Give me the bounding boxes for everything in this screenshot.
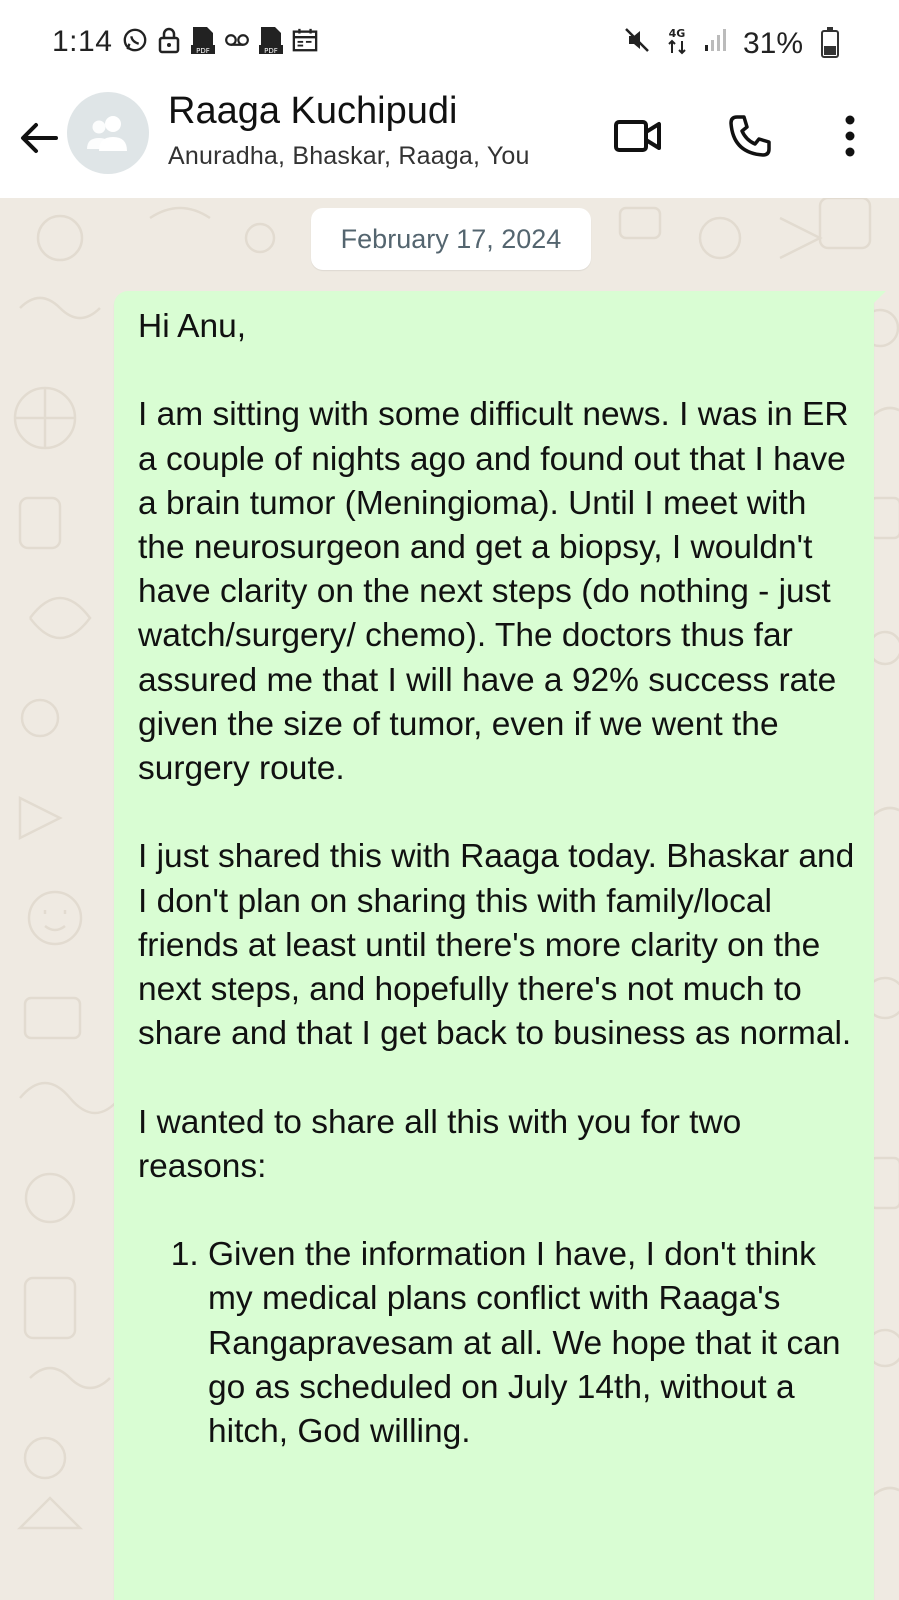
group-avatar[interactable] xyxy=(67,92,149,174)
notification-icons: PDF PDF xyxy=(122,26,318,55)
video-call-button[interactable] xyxy=(612,110,664,162)
phone-icon xyxy=(729,115,771,157)
date-separator: February 17, 2024 xyxy=(311,208,591,270)
video-camera-icon xyxy=(614,120,661,152)
signal-icon xyxy=(703,27,729,61)
message-greeting: Hi Anu, xyxy=(138,308,247,345)
calendar-icon xyxy=(292,26,318,54)
message-list-item: Given the information I have, I don't th… xyxy=(208,1233,858,1454)
more-options-button[interactable] xyxy=(824,110,876,162)
battery-percent: 31% xyxy=(742,27,803,60)
message-paragraph: I just shared this with Raaga today. Bha… xyxy=(138,838,855,1053)
svg-text:PDF: PDF xyxy=(196,47,210,55)
arrow-left-icon xyxy=(21,123,58,153)
pdf-icon: PDF xyxy=(190,26,216,55)
chat-area[interactable]: February 17, 2024 Hi Anu, I am sitting w… xyxy=(0,198,899,1600)
data-4g-icon: 4G xyxy=(665,25,689,63)
message-list: Given the information I have, I don't th… xyxy=(138,1233,858,1454)
chat-header: Raaga Kuchipudi Anuradha, Bhaskar, Raaga… xyxy=(0,84,899,199)
message-paragraph: I am sitting with some difficult news. I… xyxy=(138,396,849,788)
message-text: Hi Anu, I am sitting with some difficult… xyxy=(138,305,858,1454)
lock-icon xyxy=(156,26,182,54)
mute-icon xyxy=(623,26,651,62)
svg-text:PDF: PDF xyxy=(264,47,278,55)
back-button[interactable] xyxy=(16,114,64,162)
system-status: 4G 31% xyxy=(623,25,839,63)
message-bubble-tail xyxy=(868,291,886,309)
chat-title[interactable]: Raaga Kuchipudi xyxy=(168,90,457,133)
battery-icon xyxy=(821,27,839,58)
svg-text:4G: 4G xyxy=(669,27,686,40)
pdf-icon: PDF xyxy=(258,26,284,55)
message-paragraph: I wanted to share all this with you for … xyxy=(138,1103,742,1185)
status-bar: 1:14 PDF PDF 4G 31% xyxy=(0,0,899,84)
status-time: 1:14 xyxy=(52,25,113,58)
voicemail-icon xyxy=(224,26,250,54)
chat-participants[interactable]: Anuradha, Bhaskar, Raaga, You xyxy=(168,142,530,171)
more-vertical-icon xyxy=(845,115,855,157)
whatsapp-icon xyxy=(122,26,148,54)
group-icon xyxy=(87,116,127,151)
voice-call-button[interactable] xyxy=(724,110,776,162)
